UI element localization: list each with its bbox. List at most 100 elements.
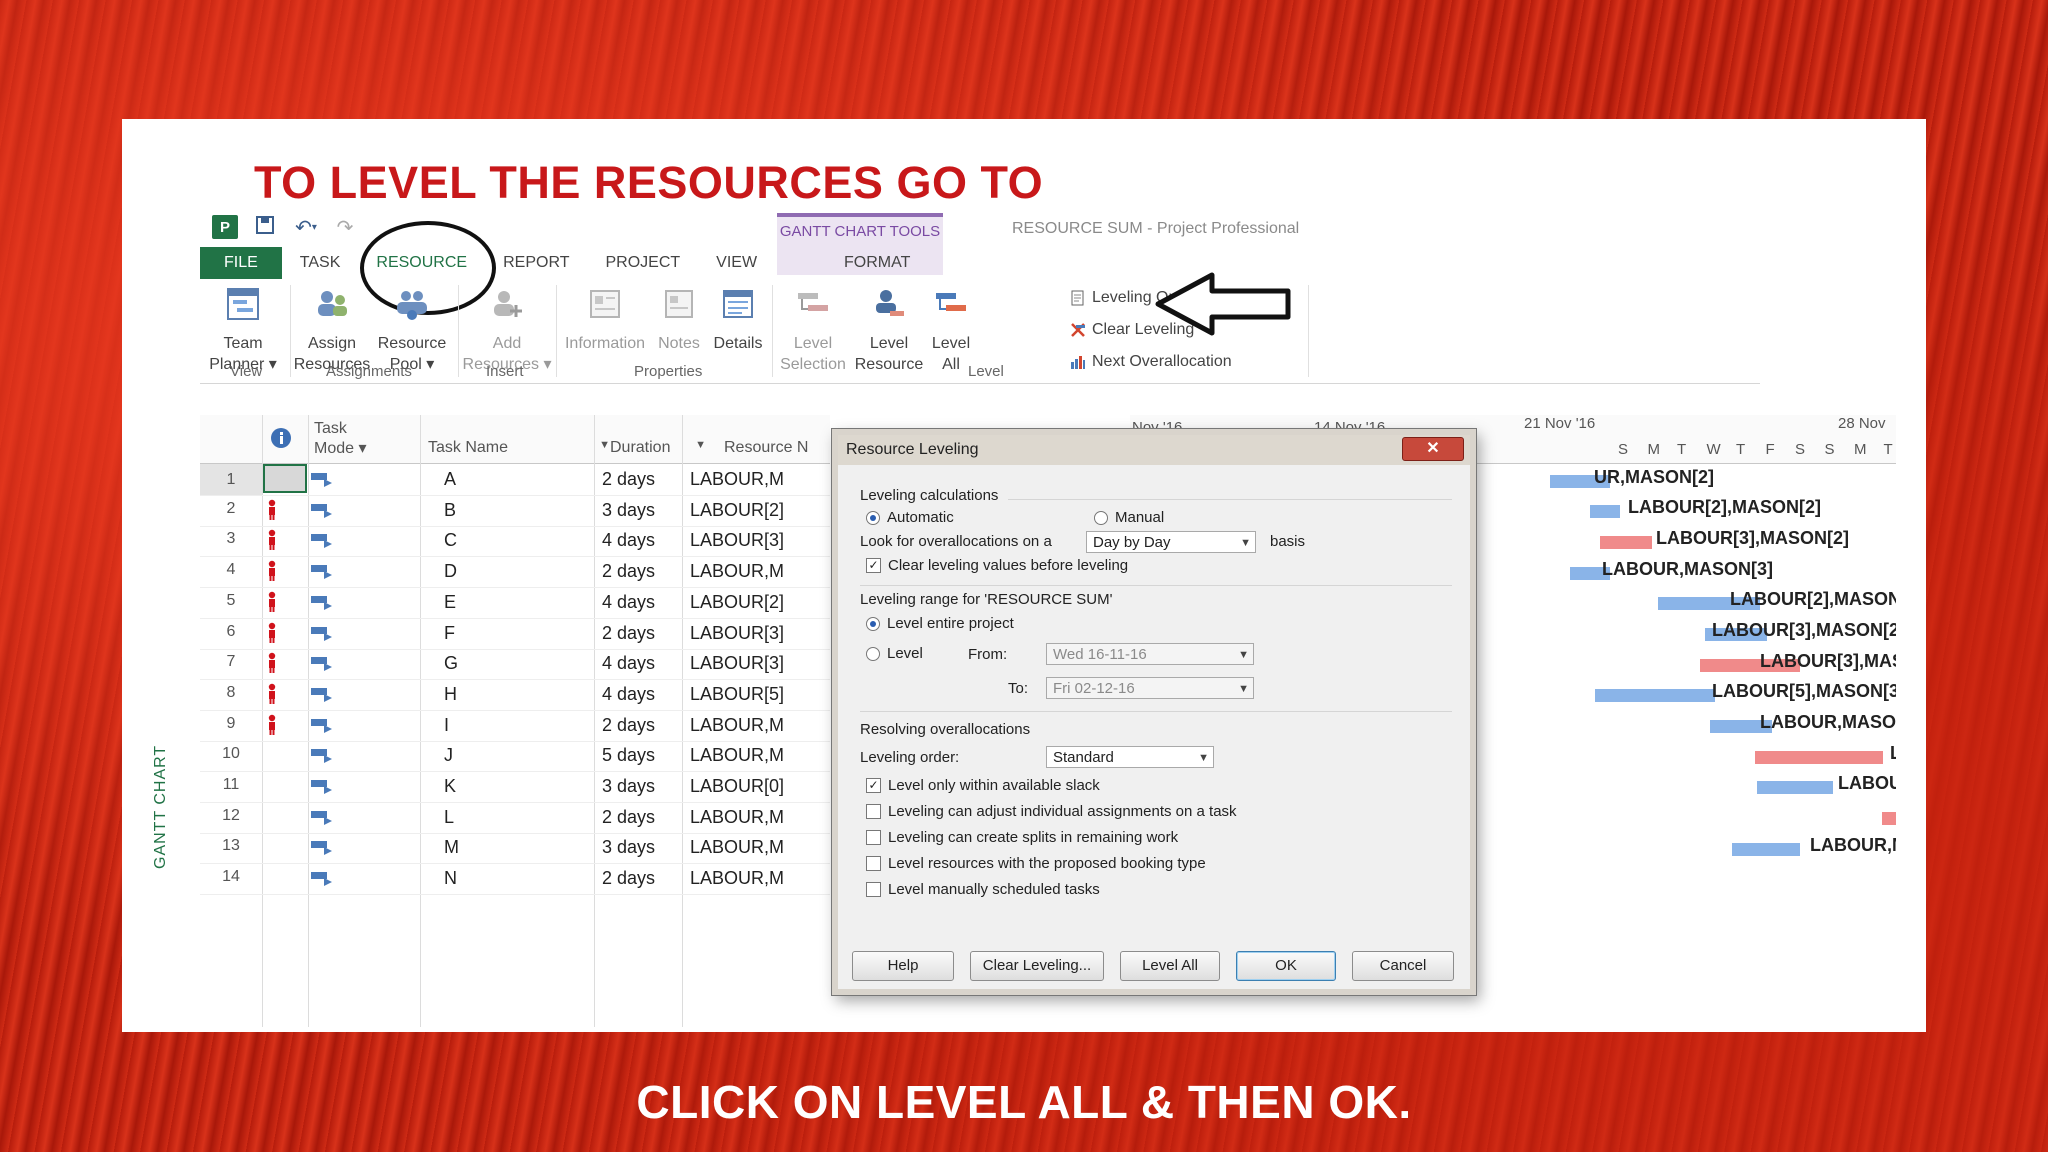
table-row[interactable]: 2 B 3 days LABOUR[2] [200, 495, 830, 527]
cell-name[interactable]: B [444, 500, 456, 521]
cell-name[interactable]: F [444, 623, 455, 644]
table-row[interactable]: 10 J 5 days LABOUR,M [200, 740, 830, 773]
cell-duration[interactable]: 4 days [602, 592, 655, 613]
table-row[interactable]: 12 L 2 days LABOUR,M [200, 802, 830, 834]
tab-project[interactable]: PROJECT [587, 247, 698, 279]
cell-duration[interactable]: 3 days [602, 500, 655, 521]
tab-task[interactable]: TASK [282, 247, 359, 279]
gantt-bar[interactable] [1590, 505, 1620, 518]
cell-duration[interactable]: 2 days [602, 868, 655, 889]
cell-name[interactable]: A [444, 469, 456, 490]
details-button[interactable]: Details [708, 285, 768, 354]
cell-duration[interactable]: 3 days [602, 837, 655, 858]
basis-select[interactable]: Day by Day ▼ [1086, 531, 1256, 553]
tab-format[interactable]: FORMAT [826, 247, 928, 279]
gantt-bar[interactable] [1600, 536, 1652, 549]
manual-tasks-checkbox[interactable]: Level manually scheduled tasks [866, 881, 1100, 898]
booking-type-checkbox[interactable]: Level resources with the proposed bookin… [866, 855, 1206, 872]
cell-name[interactable]: E [444, 592, 456, 613]
gantt-bar[interactable] [1882, 812, 1896, 825]
undo-icon[interactable]: ↶ ▾ [288, 215, 324, 240]
level-resource-button[interactable]: Level Resource [852, 285, 926, 375]
resource-pool-button[interactable]: Resource Pool ▾ [372, 285, 452, 375]
clear-leveling-dialog-button[interactable]: Clear Leveling... [970, 951, 1104, 981]
table-row[interactable]: 14 N 2 days LABOUR,M [200, 863, 830, 896]
cell-duration[interactable]: 2 days [602, 807, 655, 828]
cell-name[interactable]: G [444, 653, 458, 674]
cell-resource[interactable]: LABOUR,M [690, 745, 784, 766]
information-button[interactable]: Information [558, 285, 652, 354]
cell-resource[interactable]: LABOUR[2] [690, 500, 784, 521]
dialog-close-button[interactable]: ✕ [1402, 437, 1464, 461]
cell-duration[interactable]: 4 days [602, 653, 655, 674]
create-splits-checkbox[interactable]: Leveling can create splits in remaining … [866, 829, 1178, 846]
cell-duration[interactable]: 2 days [602, 561, 655, 582]
entire-project-radio[interactable]: Level entire project [866, 615, 1014, 632]
cell-name[interactable]: C [444, 530, 457, 551]
tab-file[interactable]: FILE [200, 247, 282, 279]
cell-duration[interactable]: 2 days [602, 623, 655, 644]
ok-button[interactable]: OK [1236, 951, 1336, 981]
level-selection-button[interactable]: Level Selection [774, 285, 852, 375]
table-row[interactable]: 13 M 3 days LABOUR,M [200, 832, 830, 865]
cell-name[interactable]: N [444, 868, 457, 889]
to-date-input[interactable]: Fri 02-12-16 ▼ [1046, 677, 1254, 699]
tab-view[interactable]: VIEW [698, 247, 775, 279]
cell-resource[interactable]: LABOUR[5] [690, 684, 784, 705]
cell-resource[interactable]: LABOUR[2] [690, 592, 784, 613]
cell-resource[interactable]: LABOUR[3] [690, 623, 784, 644]
cell-resource[interactable]: LABOUR,M [690, 807, 784, 828]
table-row[interactable]: 7 G 4 days LABOUR[3] [200, 648, 830, 681]
cell-name[interactable]: I [444, 715, 449, 736]
cell-duration[interactable]: 2 days [602, 469, 655, 490]
table-row[interactable]: 9 I 2 days LABOUR,M [200, 710, 830, 742]
cell-name[interactable]: L [444, 807, 454, 828]
cell-name[interactable]: J [444, 745, 453, 766]
table-row[interactable]: 11 K 3 days LABOUR[0] [200, 771, 830, 803]
notes-button[interactable]: Notes [652, 285, 706, 354]
redo-icon[interactable]: ↷ [332, 215, 358, 240]
adjust-assignments-checkbox[interactable]: Leveling can adjust individual assignmen… [866, 803, 1237, 820]
add-resources-button[interactable]: Add Resources ▾ [462, 285, 552, 375]
help-button[interactable]: Help [852, 951, 954, 981]
task-mode-header[interactable]: Task Mode ▾ [314, 419, 367, 467]
cell-resource[interactable]: LABOUR[3] [690, 530, 784, 551]
cell-duration[interactable]: 2 days [602, 715, 655, 736]
level-all-button[interactable]: Level All [926, 285, 976, 375]
cell-name[interactable]: M [444, 837, 459, 858]
table-row[interactable]: 4 D 2 days LABOUR,M [200, 556, 830, 589]
manual-radio[interactable]: Manual [1094, 509, 1164, 526]
leveling-order-select[interactable]: Standard ▼ [1046, 746, 1214, 768]
tab-report[interactable]: REPORT [485, 247, 587, 279]
from-date-input[interactable]: Wed 16-11-16 ▼ [1046, 643, 1254, 665]
cell-duration[interactable]: 3 days [602, 776, 655, 797]
automatic-radio[interactable]: Automatic [866, 509, 954, 526]
gantt-bar[interactable] [1757, 781, 1833, 794]
assign-resources-button[interactable]: Assign Resources [292, 285, 372, 375]
gantt-bar[interactable] [1732, 843, 1800, 856]
level-range-radio[interactable]: Level [866, 645, 923, 662]
cell-name[interactable]: H [444, 684, 457, 705]
cell-duration[interactable]: 5 days [602, 745, 655, 766]
team-planner-button[interactable]: Team Planner ▾ [200, 285, 286, 375]
table-row[interactable]: 6 F 2 days LABOUR[3] [200, 618, 830, 650]
clear-values-checkbox[interactable]: ✓ Clear leveling values before leveling [866, 557, 1128, 574]
cell-resource[interactable]: LABOUR,M [690, 715, 784, 736]
cell-duration[interactable]: 4 days [602, 530, 655, 551]
cell-resource[interactable]: LABOUR,M [690, 837, 784, 858]
table-row[interactable]: 5 E 4 days LABOUR[2] [200, 587, 830, 619]
gantt-bar[interactable] [1755, 751, 1883, 764]
cancel-button[interactable]: Cancel [1352, 951, 1454, 981]
cell-duration[interactable]: 4 days [602, 684, 655, 705]
gantt-bar[interactable] [1595, 689, 1715, 702]
cell-name[interactable]: D [444, 561, 457, 582]
cell-resource[interactable]: LABOUR,M [690, 561, 784, 582]
save-icon[interactable] [252, 215, 278, 235]
table-row[interactable]: 8 H 4 days LABOUR[5] [200, 679, 830, 711]
level-all-dialog-button[interactable]: Level All [1120, 951, 1220, 981]
available-slack-checkbox[interactable]: ✓ Level only within available slack [866, 777, 1100, 794]
table-row[interactable]: 3 C 4 days LABOUR[3] [200, 525, 830, 558]
cell-resource[interactable]: LABOUR[3] [690, 653, 784, 674]
table-row[interactable]: 1 A 2 days LABOUR,M [200, 464, 830, 496]
cell-name[interactable]: K [444, 776, 456, 797]
